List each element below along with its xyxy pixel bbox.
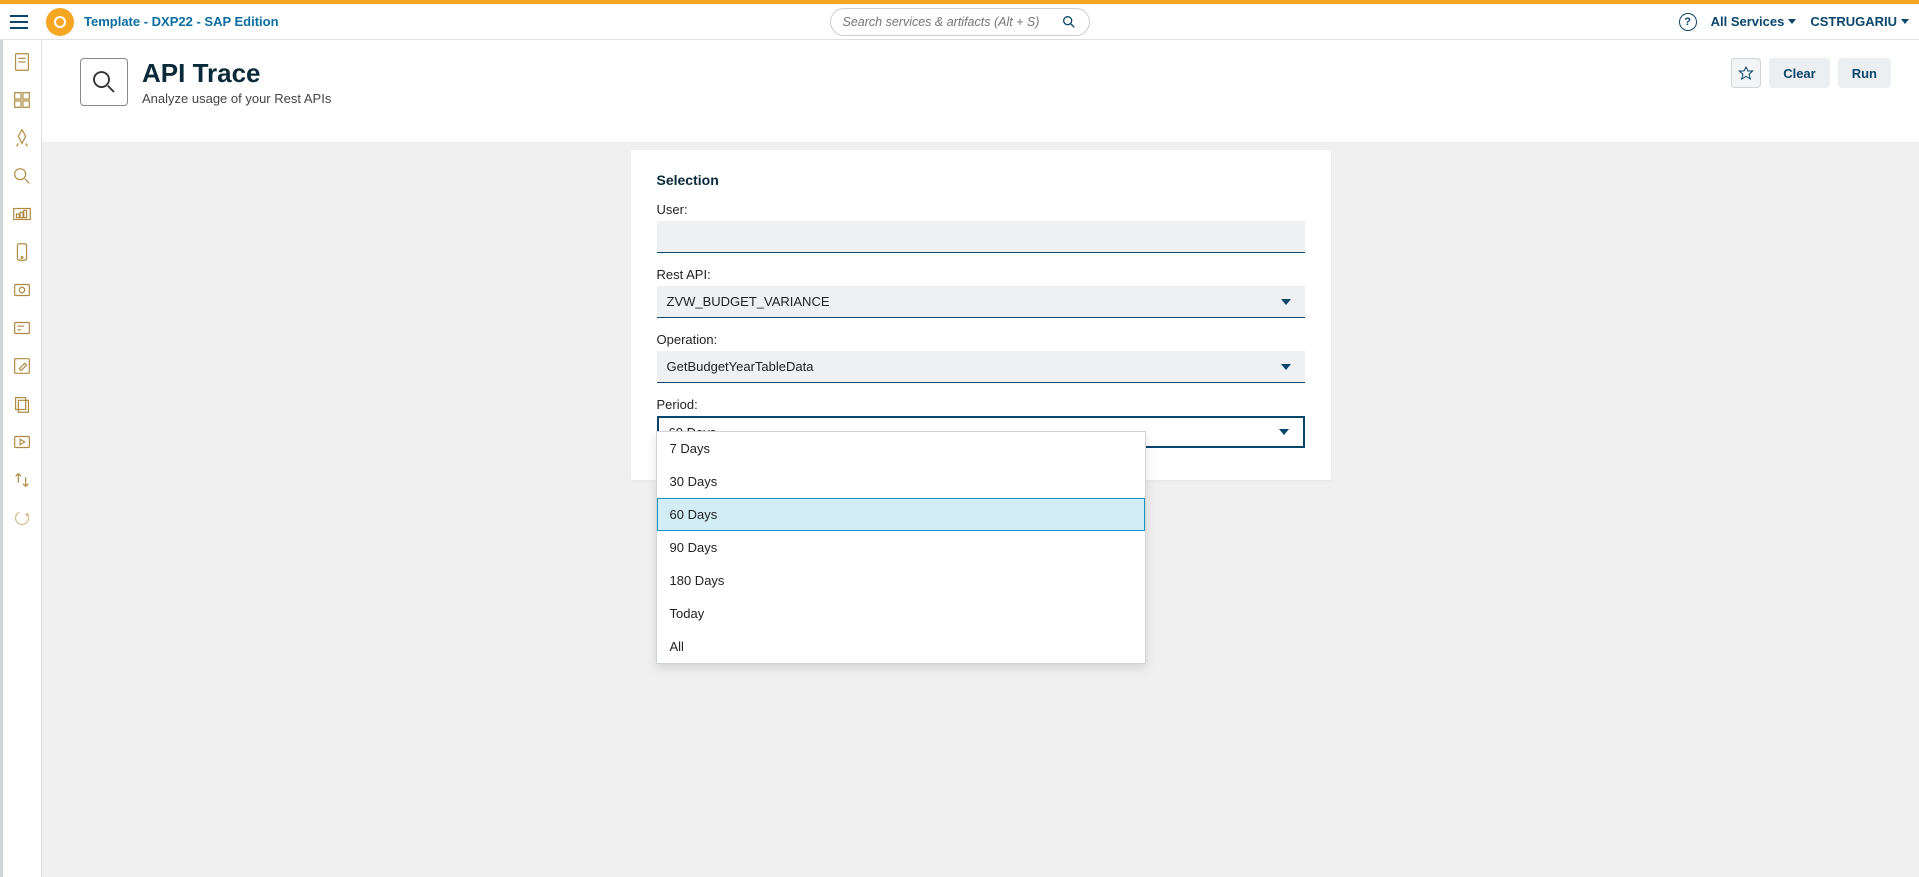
sidebar-item-edit[interactable] [10, 354, 34, 378]
content-area: Selection User: Rest API: ZVW_BUDGET_VAR… [42, 142, 1919, 877]
username-label: CSTRUGARIU [1810, 14, 1897, 29]
sidebar-item-sliders[interactable] [10, 316, 34, 340]
sidebar-item-play[interactable] [10, 430, 34, 454]
topbar: Template - DXP22 - SAP Edition ? All Ser… [0, 4, 1919, 40]
field-user: User: [657, 202, 1305, 253]
operation-select[interactable]: GetBudgetYearTableData [657, 351, 1305, 383]
page-title-block: API Trace Analyze usage of your Rest API… [142, 58, 331, 106]
star-icon [1738, 65, 1754, 81]
chevron-down-icon [1279, 429, 1289, 435]
search-icon[interactable] [1061, 14, 1077, 30]
layout: API Trace Analyze usage of your Rest API… [0, 40, 1919, 877]
topbar-right: ? All Services CSTRUGARIU [1679, 13, 1909, 31]
all-services-label: All Services [1711, 14, 1785, 29]
page-actions: Clear Run [1731, 58, 1891, 88]
run-button[interactable]: Run [1838, 58, 1891, 88]
selection-card: Selection User: Rest API: ZVW_BUDGET_VAR… [631, 150, 1331, 480]
page-header: API Trace Analyze usage of your Rest API… [42, 40, 1919, 142]
period-label: Period: [657, 397, 1305, 412]
sidebar [0, 40, 42, 877]
page-icon [80, 58, 128, 106]
sidebar-item-grid[interactable] [10, 88, 34, 112]
period-dropdown: 7 Days30 Days60 Days90 Days180 DaysToday… [656, 431, 1146, 664]
field-operation: Operation: GetBudgetYearTableData [657, 332, 1305, 383]
period-option[interactable]: Today [657, 597, 1145, 630]
sidebar-item-chart[interactable] [10, 202, 34, 226]
magnifier-icon [89, 67, 119, 97]
sidebar-item-document[interactable] [10, 50, 34, 74]
chevron-down-icon [1788, 19, 1796, 24]
clear-button[interactable]: Clear [1769, 58, 1830, 88]
sidebar-item-rocket[interactable] [10, 126, 34, 150]
page-title: API Trace [142, 58, 331, 89]
operation-label: Operation: [657, 332, 1305, 347]
menu-icon[interactable] [10, 10, 34, 34]
field-period: Period: 60 Days 7 Days30 Days60 Days90 D… [657, 397, 1305, 448]
sidebar-item-refresh[interactable] [10, 506, 34, 530]
section-title: Selection [657, 172, 1305, 188]
sidebar-item-mobile[interactable] [10, 240, 34, 264]
user-label: User: [657, 202, 1305, 217]
period-option[interactable]: 7 Days [657, 432, 1145, 465]
period-option[interactable]: 30 Days [657, 465, 1145, 498]
page-subtitle: Analyze usage of your Rest APIs [142, 91, 331, 106]
chevron-down-icon [1281, 364, 1291, 370]
period-option[interactable]: 60 Days [657, 498, 1145, 531]
logo[interactable] [46, 8, 74, 36]
period-option[interactable]: 90 Days [657, 531, 1145, 564]
search-input[interactable] [843, 15, 1061, 29]
main: API Trace Analyze usage of your Rest API… [42, 40, 1919, 877]
sidebar-item-gear[interactable] [10, 278, 34, 302]
operation-value: GetBudgetYearTableData [667, 359, 814, 374]
search-container [830, 8, 1090, 36]
period-option[interactable]: All [657, 630, 1145, 663]
logo-icon [52, 14, 68, 30]
all-services-link[interactable]: All Services [1711, 14, 1797, 29]
period-option[interactable]: 180 Days [657, 564, 1145, 597]
sidebar-item-search[interactable] [10, 164, 34, 188]
sidebar-item-copy[interactable] [10, 392, 34, 416]
sidebar-item-transfer[interactable] [10, 468, 34, 492]
help-icon[interactable]: ? [1679, 13, 1697, 31]
user-input[interactable] [657, 221, 1305, 253]
field-rest-api: Rest API: ZVW_BUDGET_VARIANCE [657, 267, 1305, 318]
breadcrumb[interactable]: Template - DXP22 - SAP Edition [84, 14, 279, 29]
rest-api-label: Rest API: [657, 267, 1305, 282]
search-box[interactable] [830, 8, 1090, 36]
favorite-button[interactable] [1731, 58, 1761, 88]
rest-api-select[interactable]: ZVW_BUDGET_VARIANCE [657, 286, 1305, 318]
chevron-down-icon [1901, 19, 1909, 24]
user-menu[interactable]: CSTRUGARIU [1810, 14, 1909, 29]
rest-api-value: ZVW_BUDGET_VARIANCE [667, 294, 830, 309]
chevron-down-icon [1281, 299, 1291, 305]
